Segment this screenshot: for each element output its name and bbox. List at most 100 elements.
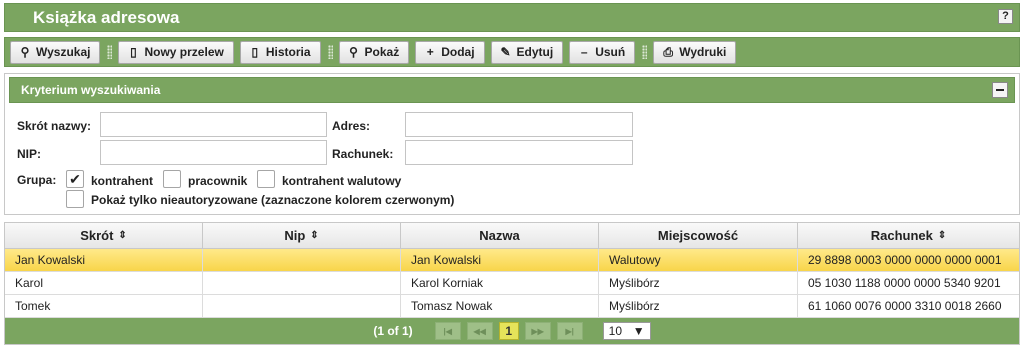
group-kontrahent-walutowy-checkbox[interactable] (257, 170, 275, 188)
edit-button[interactable]: ✎ Edytuj (490, 40, 564, 64)
column-header-city: Miejscowość (599, 223, 798, 248)
cell-account: 05 1030 1188 0000 0000 5340 9201 (808, 276, 1001, 290)
group-kontrahent-walutowy-label: kontrahent walutowy (282, 174, 402, 188)
nip-input[interactable] (100, 140, 327, 165)
plus-icon: + (426, 45, 434, 59)
add-button-label: Dodaj (441, 45, 475, 59)
column-header-label: Skrót (80, 228, 114, 243)
minus-icon (996, 89, 1004, 91)
page-info: (1 of 1) (373, 324, 413, 338)
document-icon: ▯ (251, 45, 259, 59)
group-pracownik-label: pracownik (188, 174, 248, 188)
first-page-button[interactable]: |◀ (434, 322, 461, 340)
show-button-label: Pokaż (364, 45, 400, 59)
search-criteria-title: Kryterium wyszukiwania (21, 83, 161, 97)
cell-name: Jan Kowalski (401, 249, 599, 271)
cell-nip (203, 272, 401, 294)
sort-icon: ⇕ (118, 230, 127, 241)
account-label: Rachunek: (332, 147, 394, 161)
cell-short-name: Jan Kowalski (5, 249, 203, 271)
rows-per-page-select[interactable]: 10 ▼ (602, 322, 651, 340)
sort-icon: ⇕ (937, 230, 947, 241)
history-button-label: Historia (265, 45, 311, 59)
history-button[interactable]: ▯ Historia (239, 40, 321, 64)
cell-city: Myślibórz (599, 295, 798, 317)
cell-nip (203, 249, 401, 271)
table-row[interactable]: Karol Karol Korniak Myślibórz 05 1030 11… (5, 272, 1019, 295)
column-header-label: Rachunek (870, 228, 933, 243)
magnifier-icon: ⚲ (349, 45, 358, 59)
column-header-label: Nazwa (479, 228, 520, 243)
collapse-button[interactable] (992, 82, 1008, 98)
group-label: Grupa: (17, 173, 57, 187)
cell-nip (203, 295, 401, 317)
search-button[interactable]: ⚲ Wyszukaj (10, 40, 101, 64)
address-input[interactable] (405, 112, 633, 137)
cell-city: Myślibórz (599, 272, 798, 294)
pencil-icon: ✎ (500, 45, 511, 59)
last-page-icon: ▶| (565, 326, 574, 336)
print-button[interactable]: ⎙ Wydruki (653, 40, 737, 64)
group-kontrahent-label: kontrahent (91, 174, 154, 188)
delete-button[interactable]: – Usuń (569, 40, 636, 64)
new-transfer-button-label: Nowy przelew (144, 45, 224, 59)
edit-button-label: Edytuj (516, 45, 554, 59)
cell-short-name: Karol (5, 272, 203, 294)
paginator: (1 of 1) |◀ ◀◀ 1 ▶▶ ▶| 10 ▼ (5, 318, 1019, 344)
toolbar: ⚲ Wyszukaj ▯ Nowy przelew ▯ Historia ⚲ P… (4, 37, 1020, 67)
column-header-account[interactable]: Rachunek ⇕ (798, 223, 1019, 248)
first-page-icon: |◀ (443, 326, 452, 336)
cell-account: 29 8898 0003 0000 0000 0000 0001 (808, 253, 1002, 267)
unauthorized-only-checkbox[interactable] (66, 190, 84, 208)
search-criteria-header: Kryterium wyszukiwania (9, 77, 1015, 103)
document-icon: ▯ (130, 45, 137, 59)
sort-icon: ⇕ (310, 230, 319, 241)
toolbar-separator (327, 45, 333, 59)
group-pracownik-checkbox[interactable] (163, 170, 181, 188)
rows-per-page-value: 10 (608, 324, 623, 338)
new-transfer-button[interactable]: ▯ Nowy przelew (118, 40, 234, 64)
next-page-button[interactable]: ▶▶ (524, 322, 551, 340)
window-title: Książka adresowa (33, 7, 180, 27)
search-icon: ⚲ (20, 45, 30, 59)
cell-account: 61 1060 0076 0000 3310 0018 2660 (808, 299, 1002, 313)
search-button-label: Wyszukaj (36, 45, 91, 59)
cell-short-name: Tomek (5, 295, 203, 317)
print-button-label: Wydruki (679, 45, 727, 59)
delete-button-label: Usuń (595, 45, 626, 59)
nip-label: NIP: (17, 147, 41, 161)
page-1-button[interactable]: 1 (498, 322, 519, 340)
column-header-name: Nazwa (401, 223, 599, 248)
table-header: Skrót ⇕ Nip ⇕ Nazwa Miejscowość Rachunek… (5, 223, 1019, 249)
table-row[interactable]: Jan Kowalski Jan Kowalski Walutowy 29 88… (5, 249, 1019, 272)
table-row[interactable]: Tomek Tomasz Nowak Myślibórz 61 1060 007… (5, 295, 1019, 318)
column-header-short-name[interactable]: Skrót ⇕ (5, 223, 203, 248)
group-kontrahent-checkbox[interactable]: ✔ (66, 170, 84, 188)
next-page-icon: ▶▶ (531, 326, 544, 336)
short-name-input[interactable] (100, 112, 327, 137)
last-page-button[interactable]: ▶| (556, 322, 583, 340)
search-criteria-panel: Kryterium wyszukiwania Skrót nazwy: Adre… (4, 73, 1020, 215)
cell-name: Tomasz Nowak (401, 295, 599, 317)
show-button[interactable]: ⚲ Pokaż (338, 40, 410, 64)
previous-page-button[interactable]: ◀◀ (466, 322, 493, 340)
unauthorized-only-label: Pokaż tylko nieautoryzowane (zaznaczone … (91, 193, 455, 207)
dropdown-arrow-icon: ▼ (632, 324, 645, 338)
address-label: Adres: (332, 119, 371, 133)
column-header-label: Miejscowość (657, 228, 739, 243)
cell-name: Karol Korniak (401, 272, 599, 294)
cell-city: Walutowy (599, 249, 798, 271)
minus-icon: – (580, 45, 588, 59)
help-button[interactable]: ? (998, 9, 1013, 24)
column-header-nip[interactable]: Nip ⇕ (203, 223, 401, 248)
printer-icon: ⎙ (663, 44, 674, 59)
short-name-label: Skrót nazwy: (17, 119, 92, 133)
column-header-label: Nip (284, 228, 306, 243)
address-book-table: Skrót ⇕ Nip ⇕ Nazwa Miejscowość Rachunek… (4, 222, 1020, 345)
toolbar-separator (107, 45, 113, 59)
previous-page-icon: ◀◀ (473, 326, 486, 336)
add-button[interactable]: + Dodaj (415, 40, 485, 64)
toolbar-separator (642, 45, 648, 59)
account-input[interactable] (405, 140, 633, 165)
window-title-bar: Książka adresowa ? (4, 3, 1020, 32)
